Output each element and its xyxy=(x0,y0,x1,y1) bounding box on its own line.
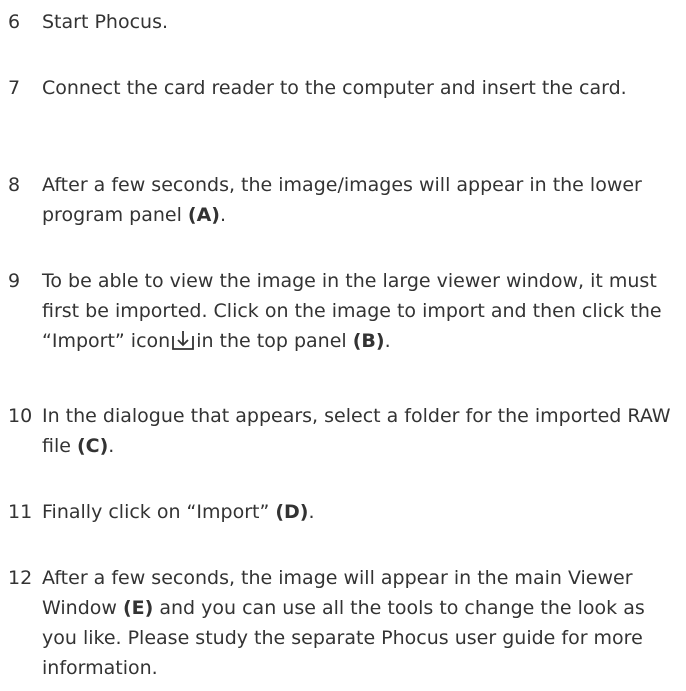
step-text: Connect the card reader to the computer … xyxy=(42,77,627,99)
step-text: In the dialogue that appears, select a f… xyxy=(42,405,671,457)
callout-d: (D) xyxy=(275,501,309,523)
callout-b: (B) xyxy=(352,330,385,352)
callout-c: (C) xyxy=(76,435,109,457)
import-icon xyxy=(172,329,195,350)
step-number: 8 xyxy=(8,174,21,196)
step-text: Finally click on “Import” (D). xyxy=(42,501,315,523)
callout-a: (A) xyxy=(187,204,220,226)
step-12: 12 After a few seconds, the image will a… xyxy=(8,563,678,683)
step-number: 12 xyxy=(8,567,33,589)
step-6: 6 Start Phocus. xyxy=(8,7,678,37)
step-number: 9 xyxy=(8,270,21,292)
step-number: 11 xyxy=(8,501,33,523)
step-text: Start Phocus. xyxy=(42,11,169,33)
step-number: 10 xyxy=(8,405,33,427)
step-text: To be able to view the image in the larg… xyxy=(42,270,662,352)
step-7: 7 Connect the card reader to the compute… xyxy=(8,73,678,103)
step-11: 11 Finally click on “Import” (D). xyxy=(8,497,678,527)
step-10: 10 In the dialogue that appears, select … xyxy=(8,401,678,461)
callout-e: (E) xyxy=(122,597,154,619)
step-8: 8 After a few seconds, the image/images … xyxy=(8,170,678,230)
step-text: After a few seconds, the image/images wi… xyxy=(42,174,642,226)
step-number: 6 xyxy=(8,11,21,33)
step-9: 9 To be able to view the image in the la… xyxy=(8,266,678,356)
step-text: After a few seconds, the image will appe… xyxy=(42,567,645,679)
step-number: 7 xyxy=(8,77,21,99)
